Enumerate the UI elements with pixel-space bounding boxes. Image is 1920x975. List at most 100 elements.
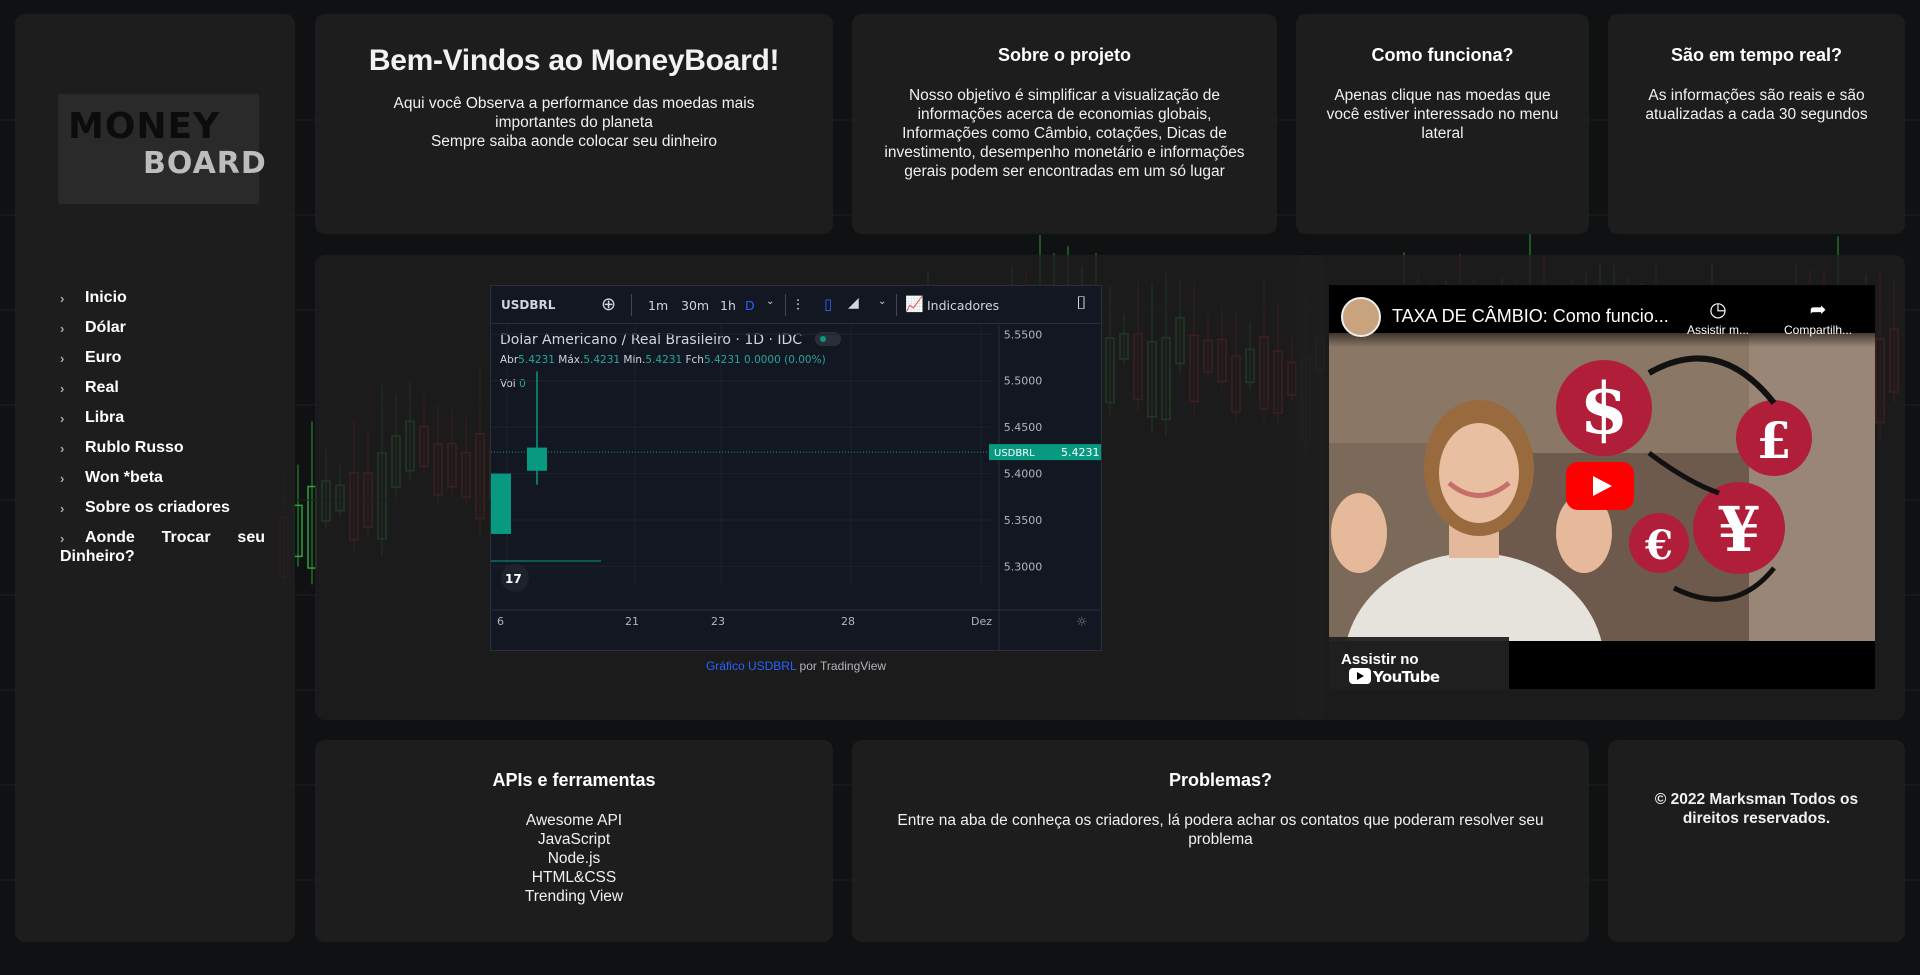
chevron-right-icon: › [60, 471, 65, 486]
candle-body [527, 447, 547, 471]
how-text: Apenas clique nas moedas que você estive… [1326, 87, 1559, 142]
price-value-label: 5.4231 [1061, 446, 1100, 459]
nav-item-label: Real [85, 379, 119, 396]
play-button[interactable] [1566, 462, 1634, 510]
welcome-line-2: Sempre saiba aonde colocar seu dinheiro [430, 133, 718, 150]
caption-link[interactable]: USDBRL [748, 659, 796, 673]
chevron-right-icon: › [60, 411, 65, 426]
api-item: Node.js [547, 850, 601, 867]
interval-d[interactable]: D [745, 298, 755, 313]
nav-item-criadores[interactable]: › Sobre os criadores [60, 498, 265, 517]
chevron-right-icon: › [60, 321, 65, 336]
chevron-right-icon: › [60, 351, 65, 366]
nav-item-label: Dólar [85, 319, 126, 336]
watch-later-button[interactable]: ◷ Assistir m... [1678, 297, 1758, 337]
nav-item-won[interactable]: › Won *beta [60, 468, 265, 487]
sidebar: MONEY BOARD › Inicio › Dólar › Euro › Real ›… [15, 14, 295, 942]
y-tick-label: 5.4500 [1004, 421, 1043, 434]
interval-1h[interactable]: 1h [720, 298, 736, 313]
share-icon: ➦ [1809, 299, 1827, 321]
divider [631, 294, 632, 316]
nav-item-real[interactable]: › Real [60, 378, 265, 397]
tradingview-widget[interactable]: USDBRL ⊕ 1m 30m 1h D ⌄ ⫶ ▯ ◢ ⌄ 📈 Indicad… [490, 285, 1102, 651]
y-tick-label: 5.3000 [1004, 560, 1043, 573]
nav-item-euro[interactable]: › Euro [60, 348, 265, 367]
realtime-text: As informações são reais e são atualizad… [1645, 87, 1868, 123]
nav-item-rublo[interactable]: › Rublo Russo [60, 438, 265, 457]
chevron-right-icon: › [60, 501, 65, 516]
candles-icon[interactable]: ▯ [824, 295, 832, 313]
interval-30m[interactable]: 30m [681, 298, 709, 313]
nav-item-label: Inicio [85, 289, 127, 306]
chevron-right-icon: › [60, 381, 65, 396]
caption-prefix: Gráfico [705, 659, 745, 673]
about-title: Sobre o projeto [997, 45, 1131, 65]
y-tick-label: 5.5000 [1004, 375, 1043, 388]
tradingview-logo-glyph: 17 [505, 572, 522, 586]
welcome-line-1: Aqui você Observa a performance das moed… [393, 95, 755, 131]
x-tick-label: Dez [971, 615, 992, 628]
how-it-works-card: Como funciona? Apenas clique nas moedas … [1296, 14, 1589, 234]
nav-item-inicio[interactable]: › Inicio [60, 288, 265, 307]
logo[interactable]: MONEY BOARD [58, 94, 266, 204]
copyright-card: © 2022 Marksman Todos os direitos reserv… [1608, 740, 1905, 942]
logo-line-1: MONEY [68, 106, 221, 147]
candle-body [491, 473, 511, 534]
realtime-card: São em tempo real? As informações são re… [1608, 14, 1905, 234]
about-text: Nosso objetivo é simplificar a visualiza… [884, 87, 1245, 180]
x-tick-label: 28 [841, 615, 855, 628]
youtube-play-icon [1349, 668, 1371, 684]
symbol-button[interactable]: USDBRL [501, 298, 555, 312]
share-button[interactable]: ➦ Compartilh... [1778, 297, 1858, 337]
video-title[interactable]: TAXA DE CÂMBIO: Como funcio... [1392, 306, 1669, 327]
price-symbol-label: USDBRL [994, 448, 1035, 459]
x-tick-label: 6 [497, 615, 504, 628]
svg-text:$: $ [1580, 367, 1629, 450]
svg-text:€: € [1644, 522, 1673, 569]
watch-later-label: Assistir m... [1687, 323, 1749, 337]
chevron-right-icon: › [60, 291, 65, 306]
problems-title: Problemas? [1168, 770, 1273, 790]
youtube-embed[interactable]: $ £ ¥ € TAXA DE CÂMBIO: Como funcio... ◷… [1329, 285, 1875, 689]
indicators-icon: 📈 [905, 295, 924, 313]
problems-text: Entre na aba de conheça os criadores, lá… [897, 812, 1544, 848]
chevron-down-icon[interactable]: ⌄ [878, 296, 886, 307]
candlestick-chart[interactable]: 5.5500 5.5000 5.4500 5.4000 5.3500 5.3000 6 21 2… [491, 325, 1101, 651]
interval-1m[interactable]: 1m [648, 298, 668, 313]
nav-item-label: Rublo Russo [85, 439, 184, 456]
area-chart-icon[interactable]: ◢ [848, 295, 859, 311]
sidebar-nav: › Inicio › Dólar › Euro › Real › Libra › Rublo… [60, 288, 265, 577]
logo-line-2: BOARD [143, 146, 267, 181]
nav-item-libra[interactable]: › Libra [60, 408, 265, 427]
divider [896, 294, 897, 316]
chart-caption: Gráfico USDBRL por TradingView [490, 659, 1102, 673]
camera-icon[interactable]: ⌷ [1076, 293, 1087, 314]
realtime-title: São em tempo real? [1670, 45, 1843, 65]
y-tick-label: 5.4000 [1004, 468, 1043, 481]
chart-toolbar: USDBRL ⊕ 1m 30m 1h D ⌄ ⫶ ▯ ◢ ⌄ 📈 Indicad… [491, 286, 1101, 324]
divider [785, 294, 786, 316]
nav-item-label: Sobre os criadores [85, 499, 230, 516]
apis-card: APIs e ferramentas Awesome API JavaScrip… [315, 740, 833, 942]
x-tick-label: 21 [625, 615, 639, 628]
watch-on-youtube-button[interactable]: Assistir no YouTube [1329, 637, 1509, 689]
caption-suffix: por TradingView [799, 659, 887, 673]
nav-item-label: Aonde Trocar seu Dinheiro? [60, 529, 265, 565]
welcome-card: Bem-Vindos ao MoneyBoard! Aqui você Obse… [315, 14, 833, 234]
nav-item-aonde-trocar[interactable]: › Aonde Trocar seu Dinheiro? [60, 528, 265, 566]
channel-avatar[interactable] [1341, 297, 1381, 337]
indicators-button[interactable]: Indicadores [927, 298, 999, 313]
page-title: Bem-Vindos ao MoneyBoard! [368, 44, 780, 77]
api-item: Awesome API [525, 812, 623, 829]
nav-item-dolar[interactable]: › Dólar [60, 318, 265, 337]
nav-item-label: Won *beta [85, 469, 163, 486]
compare-add-icon[interactable]: ⊕ [601, 294, 616, 315]
bar-chart-icon[interactable]: ⫶ [796, 296, 800, 314]
api-item: Trending View [524, 888, 624, 905]
problems-card: Problemas? Entre na aba de conheça os cr… [852, 740, 1589, 942]
welcome-text: Aqui você Observa a performance das moed… [379, 94, 769, 151]
chevron-right-icon: › [60, 441, 65, 456]
y-tick-label: 5.3500 [1004, 514, 1043, 527]
chevron-down-icon[interactable]: ⌄ [766, 296, 774, 307]
watch-on-label: Assistir no [1341, 651, 1419, 668]
